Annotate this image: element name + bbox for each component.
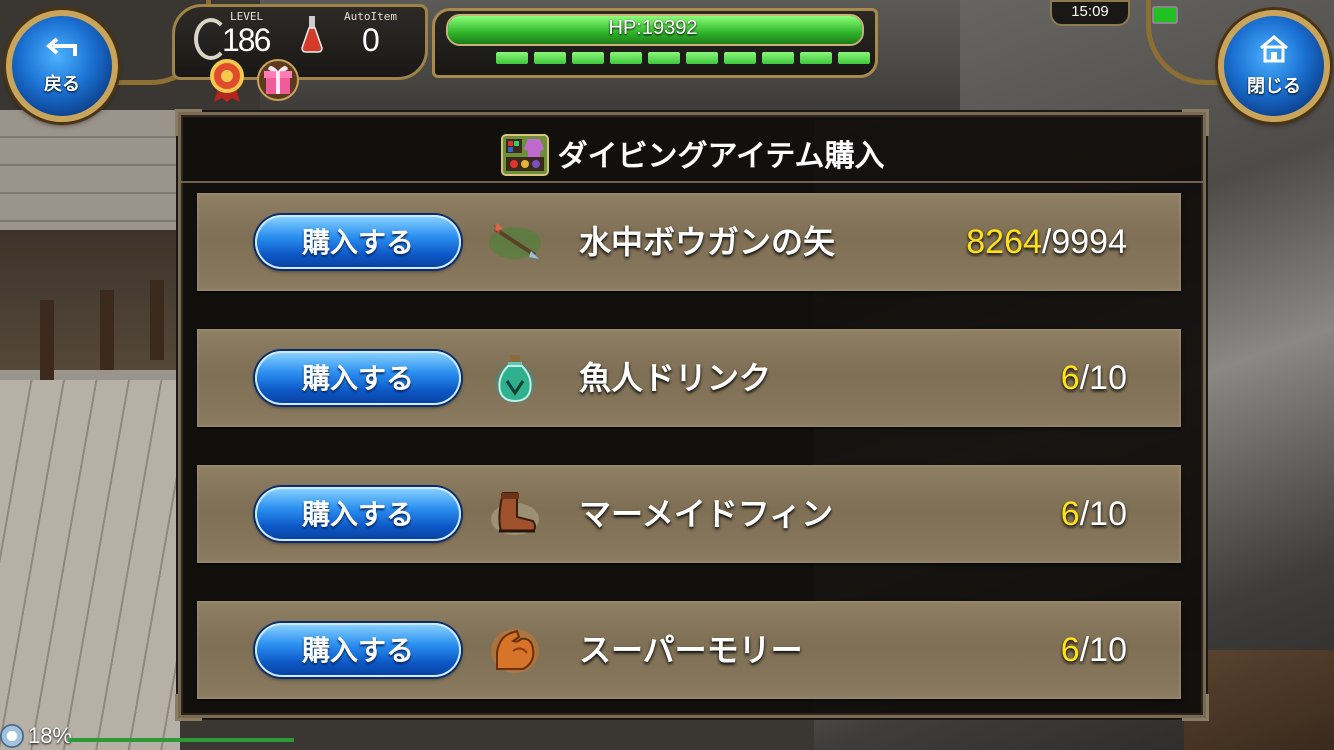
item-count: 6/10 (1061, 465, 1127, 563)
stamina-segment (496, 52, 528, 64)
hp-text: HP:19392 (608, 17, 698, 39)
buy-button[interactable]: 購入する (255, 215, 461, 269)
shop-row: 購入する 水中ボウガンの矢 8264/9994 (197, 193, 1181, 291)
shop-row: 購入する 魚人ドリンク 6/10 (197, 329, 1181, 427)
return-arrow-icon (45, 36, 79, 68)
stamina-segment (838, 52, 870, 64)
loading-icon (0, 724, 24, 748)
stamina-segment (610, 52, 642, 64)
wooden-floor (0, 380, 180, 750)
medal-icon[interactable] (208, 58, 246, 102)
stamina-segment (762, 52, 794, 64)
item-count-max: 10 (1089, 495, 1127, 533)
item-count-separator: / (1079, 359, 1090, 397)
panel-title: ダイビングアイテム購入 (181, 127, 1203, 179)
stamina-segment (686, 52, 718, 64)
item-count-separator: / (1079, 631, 1090, 669)
item-count-max: 9994 (1051, 223, 1127, 261)
stamina-segment (534, 52, 566, 64)
back-button[interactable]: 戻る (6, 10, 118, 122)
boot-icon (491, 492, 539, 535)
shop-row: 購入する マーメイドフィン 6/10 (197, 465, 1181, 563)
gift-icon[interactable] (256, 58, 300, 102)
buy-button[interactable]: 購入する (255, 351, 461, 405)
muscle-arm-icon (491, 629, 539, 673)
chair (40, 300, 54, 380)
item-count: 6/10 (1061, 601, 1127, 699)
buy-button[interactable]: 購入する (255, 487, 461, 541)
item-count: 8264/9994 (966, 193, 1127, 291)
shop-icon (500, 134, 549, 176)
home-icon (1257, 34, 1291, 70)
item-name: マーメイドフィン (579, 495, 834, 533)
item-count-owned: 6 (1060, 359, 1080, 397)
stamina-segment (648, 52, 680, 64)
item-count-owned: 8264 (966, 223, 1042, 261)
chair (150, 280, 164, 360)
back-label: 戻る (44, 74, 80, 95)
potion-bottle-icon (495, 355, 535, 403)
loading-indicator: 18% (0, 722, 72, 750)
stamina-segment (800, 52, 832, 64)
item-name: 魚人ドリンク (579, 359, 772, 397)
buy-button[interactable]: 購入する (255, 623, 461, 677)
chair (100, 290, 114, 370)
close-button[interactable]: 閉じる (1218, 10, 1330, 122)
autoitem-value[interactable]: 0 (362, 22, 380, 59)
item-count-separator: / (1041, 223, 1052, 261)
item-count-owned: 6 (1060, 631, 1080, 669)
item-count-owned: 6 (1060, 495, 1080, 533)
level-value: 186 (222, 22, 271, 58)
crossbow-bolt-icon (489, 223, 541, 259)
stamina-segment (572, 52, 604, 64)
battery-icon (1152, 6, 1178, 24)
stamina-segments (496, 52, 870, 64)
close-label: 閉じる (1247, 76, 1301, 97)
item-name: 水中ボウガンの矢 (579, 223, 836, 261)
shop-row: 購入する スーパーモリー 6/10 (197, 601, 1181, 699)
shop-panel: ダイビングアイテム購入 購入する 水中ボウガンの矢 8264/9994 購入する… (175, 109, 1209, 721)
panel-corner (1182, 694, 1209, 721)
loading-bar (68, 738, 294, 742)
item-count-max: 10 (1089, 359, 1127, 397)
clock: 15:09 (1050, 0, 1130, 26)
stamina-segment (724, 52, 756, 64)
item-name: スーパーモリー (579, 631, 803, 669)
panel-title-text: ダイビングアイテム購入 (557, 139, 885, 174)
item-count-max: 10 (1089, 631, 1127, 669)
flask-icon (301, 16, 323, 53)
loading-percent: 18% (28, 723, 73, 748)
item-count-separator: / (1079, 495, 1090, 533)
item-count: 6/10 (1061, 329, 1127, 427)
title-divider (181, 181, 1203, 183)
